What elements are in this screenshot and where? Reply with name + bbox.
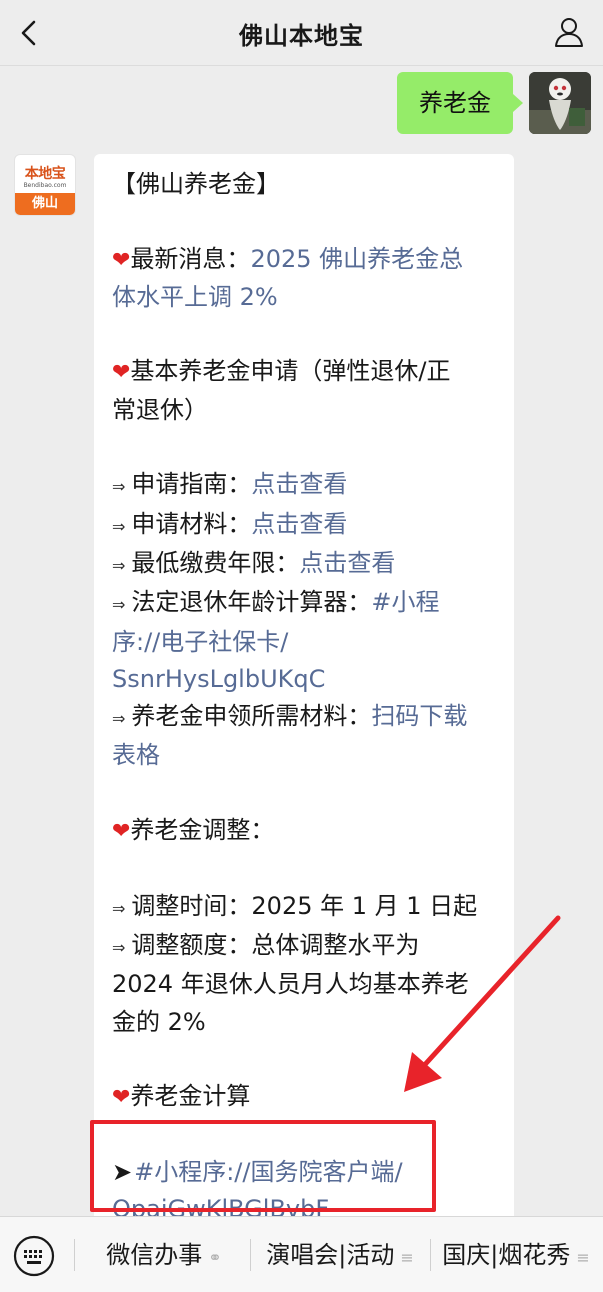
bottom-menu: 微信办事 ⚭ 演唱会|活动 ≡ 国庆|烟花秀 ≡ [0,1216,603,1292]
min-years-line: ⇒ 最低缴费年限：点击查看 [112,545,496,584]
apply-heading-continued: 常退休） [112,395,208,424]
news-link-continued[interactable]: 体水平上调 2% [112,279,496,316]
news-label: 最新消息： [130,244,251,273]
keyboard-icon[interactable] [12,1234,56,1278]
calculator-link[interactable]: #小程 [371,588,439,616]
calculator-line: ⇒ 法定退休年龄计算器：#小程 [112,584,496,623]
double-arrow-icon: ⇒ [112,516,126,536]
profile-icon[interactable] [553,16,585,48]
claim-line: ⇒ 养老金申领所需材料：扫码下载 [112,698,496,737]
highlight-box [90,1120,436,1212]
official-account-avatar[interactable]: 本地宝 Bendibao.com 佛山 [14,154,76,216]
logo-text: 本地宝 [24,166,66,182]
news-line: ❤最新消息：2025 佛山养老金总 [112,241,496,279]
outgoing-bubble[interactable]: 养老金 [397,72,523,134]
claim-link[interactable]: 扫码下载 [371,702,467,730]
menu-divider [430,1239,431,1271]
menu-divider [250,1239,251,1271]
guide-line: ⇒ 申请指南：点击查看 [112,466,496,505]
materials-link[interactable]: 点击查看 [251,510,347,538]
adjust-heading: ❤养老金调整： [112,812,496,850]
double-arrow-icon: ⇒ [112,595,126,615]
page-title: 佛山本地宝 [239,22,364,50]
link-icon: ⚭ [208,1248,222,1267]
double-arrow-icon: ⇒ [112,709,126,729]
claim-link-continued[interactable]: 表格 [112,737,496,774]
menu-lines-icon: ≡ [400,1248,414,1267]
menu-item-concert-events[interactable]: 演唱会|活动 ≡ [252,1217,428,1292]
double-arrow-icon: ⇒ [112,937,126,957]
heart-icon: ❤ [112,247,131,273]
min-years-label: 最低缴费年限： [131,548,300,577]
calculator-link-continued[interactable]: 序://电子社保卡/ [112,624,496,661]
logo-subtext: Bendibao.com [23,182,67,189]
menu-item-fireworks[interactable]: 国庆|烟花秀 ≡ [432,1217,600,1292]
min-years-link[interactable]: 点击查看 [299,549,395,577]
menu-item-label: 演唱会|活动 [266,1241,395,1269]
menu-lines-icon: ≡ [576,1248,590,1267]
calc-heading-text: 养老金计算 [130,1082,251,1111]
double-arrow-icon: ⇒ [112,477,126,497]
double-arrow-icon: ⇒ [112,555,126,575]
apply-heading: ❤基本养老金申请（弹性退休/正 [112,353,496,391]
apply-heading-text: 基本养老金申请（弹性退休/正 [130,357,451,386]
adjust-heading-text: 养老金调整： [130,816,275,845]
menu-item-label: 国庆|烟花秀 [442,1241,571,1269]
menu-item-label: 微信办事 [106,1241,203,1269]
heart-icon: ❤ [112,360,131,386]
guide-label: 申请指南： [131,470,252,499]
heart-icon: ❤ [112,1085,131,1111]
news-link[interactable]: 2025 佛山养老金总 [250,245,463,273]
calculator-link-code[interactable]: SsnrHysLglbUKqC [112,661,496,698]
calculator-label: 法定退休年龄计算器： [131,588,372,617]
adjust-amount-text: 调整额度：总体调整水平为 [131,930,420,959]
menu-divider [74,1239,75,1271]
guide-link[interactable]: 点击查看 [251,470,347,498]
materials-line: ⇒ 申请材料：点击查看 [112,506,496,545]
user-avatar[interactable] [529,72,591,134]
chat-header: 佛山本地宝 [0,0,603,66]
outgoing-message-row: 养老金 [341,72,591,134]
double-arrow-icon: ⇒ [112,898,126,918]
materials-label: 申请材料： [131,509,252,538]
message-title: 【佛山养老金】 [112,170,280,198]
claim-label: 养老金申领所需材料： [131,702,372,731]
logo-city: 佛山 [15,193,75,215]
menu-item-wechat-service[interactable]: 微信办事 ⚭ [80,1217,248,1292]
red-pointer-arrow-icon [404,915,561,1092]
heart-icon: ❤ [112,819,131,845]
